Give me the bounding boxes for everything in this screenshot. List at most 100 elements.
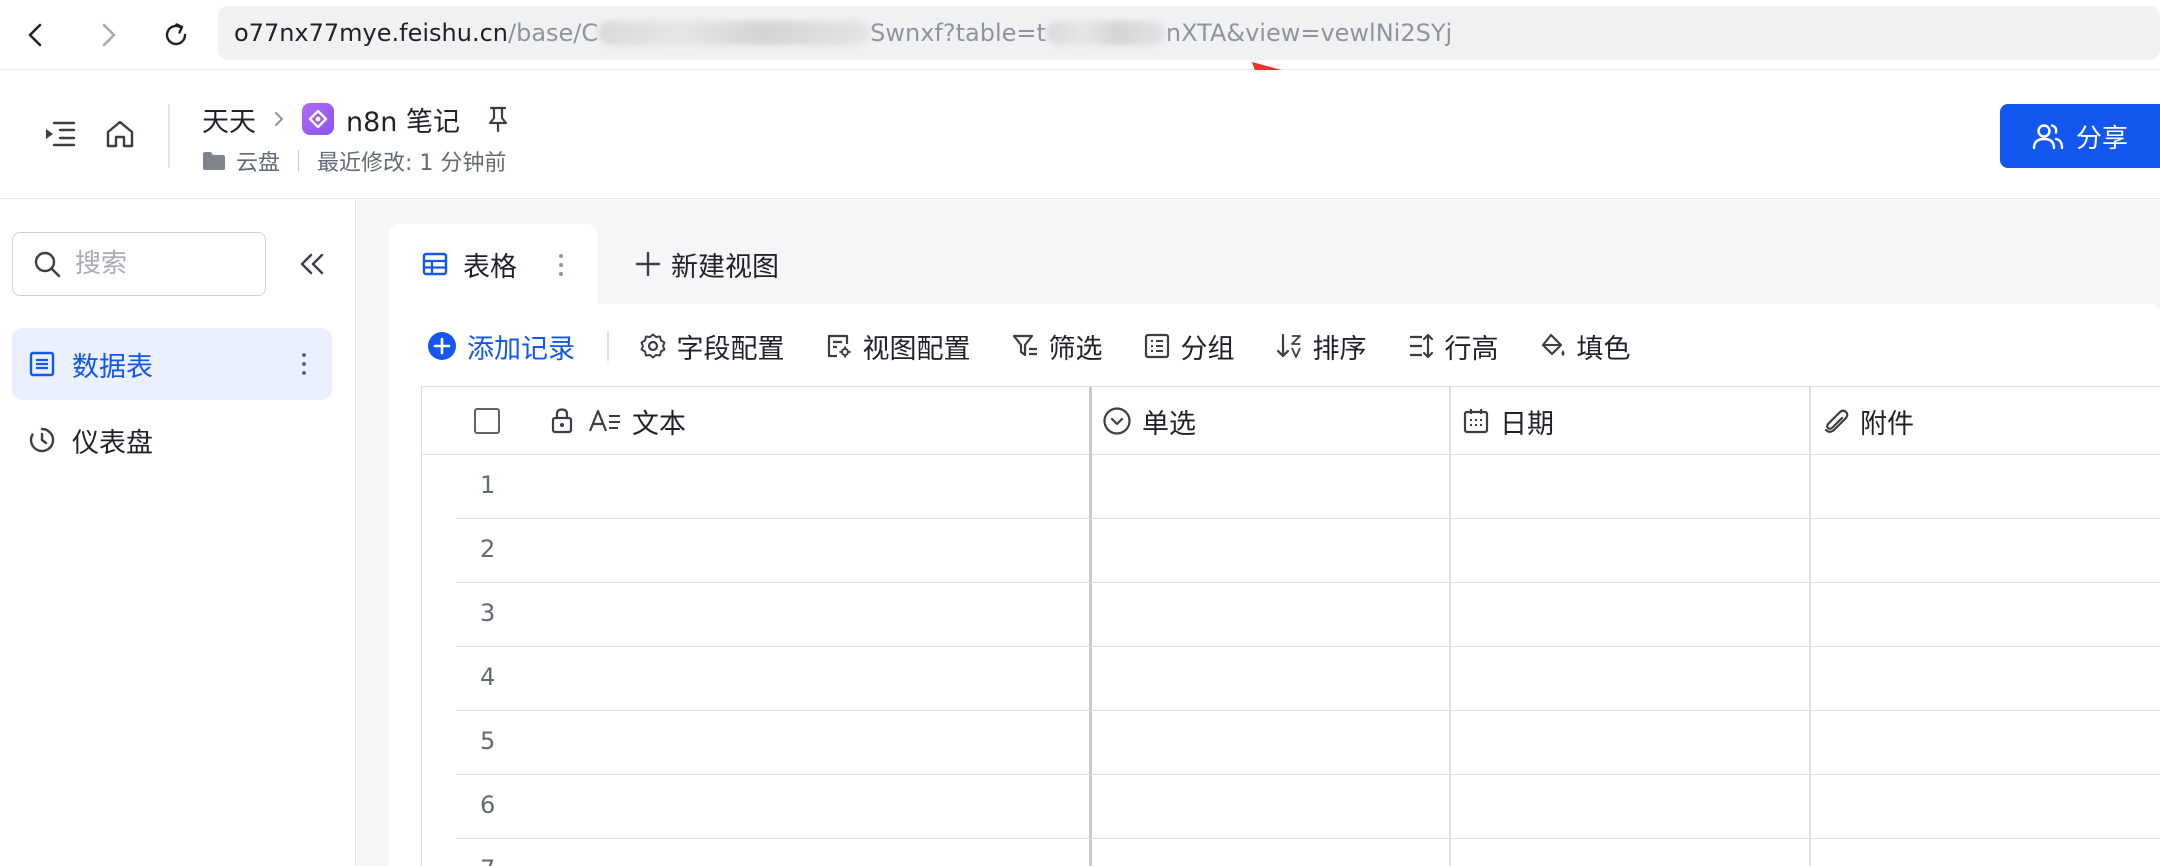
base-logo-icon — [302, 103, 334, 135]
document-header: 天天 n8n 笔记 云盘 最近修改: 1 分钟前 分享 — [0, 70, 2160, 199]
home-icon — [106, 120, 134, 148]
table-row[interactable]: 7 — [456, 839, 2160, 866]
breadcrumb-separator-icon — [272, 109, 286, 129]
collapse-sidebar-button[interactable] — [292, 244, 332, 284]
back-button[interactable] — [14, 13, 58, 57]
plus-circle-icon — [428, 332, 456, 360]
tab-label: 表格 — [463, 251, 517, 283]
url-middle: Swnxf?table=t — [870, 19, 1046, 47]
new-view-button[interactable]: 新建视图 — [635, 244, 779, 284]
row-height-icon — [1409, 333, 1433, 359]
fill-color-button[interactable]: 填色 — [1539, 327, 1631, 366]
sidebar-item-datatable[interactable]: 数据表 — [12, 328, 332, 400]
column-header-label: 单选 — [1142, 408, 1196, 440]
toggle-catalog-button[interactable] — [40, 114, 80, 154]
fill-color-label: 填色 — [1576, 333, 1631, 365]
view-config-label: 视图配置 — [862, 333, 971, 365]
row-height-button[interactable]: 行高 — [1407, 327, 1499, 366]
breadcrumb: 天天 n8n 笔记 — [202, 100, 510, 138]
date-icon — [1463, 409, 1489, 434]
row-number: 1 — [480, 471, 496, 499]
header-divider — [168, 104, 170, 168]
url-redacted-segment — [598, 21, 871, 45]
table-row[interactable]: 5 — [456, 711, 2160, 775]
checkbox[interactable] — [474, 408, 500, 434]
document-location[interactable]: 云盘 — [236, 145, 280, 177]
attachment-icon — [1824, 409, 1849, 433]
row-number: 5 — [480, 727, 496, 755]
table-row[interactable]: 6 — [456, 775, 2160, 839]
add-record-label: 添加记录 — [467, 333, 575, 365]
view-config-button[interactable]: 视图配置 — [825, 327, 971, 366]
share-button-label: 分享 — [2076, 123, 2129, 154]
address-bar[interactable]: o77nx77mye.feishu.cn/base/C Swnxf?table=t… — [218, 6, 2160, 60]
dashboard-icon — [29, 427, 55, 453]
group-button[interactable]: 分组 — [1143, 327, 1235, 366]
sort-label: 排序 — [1312, 333, 1367, 365]
more-vertical-icon[interactable] — [300, 350, 308, 378]
search-icon — [34, 251, 61, 278]
forward-button[interactable] — [86, 13, 130, 57]
meta-divider — [298, 150, 300, 172]
column-header-text[interactable]: 文本 — [550, 387, 686, 455]
last-modified-text: 最近修改: 1 分钟前 — [317, 151, 507, 176]
home-button[interactable] — [100, 114, 140, 154]
table-row[interactable]: 1 — [456, 455, 2160, 519]
double-chevron-left-icon — [300, 253, 324, 275]
grid-view-icon — [422, 252, 448, 276]
pin-button[interactable] — [486, 105, 510, 133]
table-content: 添加记录 字段配置 视图配置 筛选 分组 排序 行高 填色 文本 单选 日期 附… — [389, 304, 2160, 866]
sidebar-item-dashboard[interactable]: 仪表盘 — [12, 404, 332, 476]
table-icon — [29, 351, 55, 377]
group-label: 分组 — [1180, 333, 1235, 365]
document-title[interactable]: n8n 笔记 — [346, 100, 460, 139]
column-header-single-select[interactable]: 单选 — [1102, 387, 1196, 455]
column-header-label: 日期 — [1500, 408, 1554, 440]
url-end: nXTA&view=vewlNi2SYj — [1165, 19, 1453, 47]
pin-icon — [488, 106, 508, 133]
main-area: 表格 新建视图 添加记录 字段配置 视图配置 筛选 分组 排序 行高 填色 文本… — [357, 200, 2160, 866]
row-height-label: 行高 — [1444, 333, 1499, 365]
reload-icon — [165, 23, 187, 46]
table-row[interactable]: 3 — [456, 583, 2160, 647]
add-record-button[interactable]: 添加记录 — [427, 327, 575, 366]
reload-button[interactable] — [154, 13, 198, 57]
breadcrumb-parent[interactable]: 天天 — [202, 100, 256, 139]
view-config-icon — [827, 334, 850, 358]
tab-grid-view[interactable]: 表格 — [389, 224, 597, 304]
sidebar-search[interactable] — [12, 232, 266, 296]
group-icon — [1144, 333, 1169, 359]
filter-button[interactable]: 筛选 — [1011, 327, 1103, 366]
gear-icon — [640, 333, 665, 359]
grid-header: 文本 单选 日期 附件 — [422, 387, 2160, 455]
url-redacted-segment — [1045, 21, 1166, 45]
column-header-label: 附件 — [1860, 408, 1914, 440]
sidebar-item-label: 仪表盘 — [72, 427, 153, 459]
data-grid: 文本 单选 日期 附件 1 2 3 4 5 6 — [421, 386, 2160, 866]
sort-icon — [1276, 333, 1301, 358]
row-number: 4 — [480, 663, 496, 691]
row-number: 3 — [480, 599, 496, 627]
select-all-checkbox[interactable] — [474, 387, 500, 455]
more-vertical-icon[interactable] — [557, 252, 565, 278]
field-config-button[interactable]: 字段配置 — [639, 327, 785, 366]
filter-label: 筛选 — [1048, 333, 1103, 365]
url-path-start: /base/C — [508, 19, 599, 47]
column-header-date[interactable]: 日期 — [1462, 387, 1554, 455]
column-header-attachment[interactable]: 附件 — [1822, 387, 1914, 455]
table-row[interactable]: 2 — [456, 519, 2160, 583]
lock-icon — [551, 408, 573, 434]
chevron-left-icon — [28, 23, 42, 47]
share-button[interactable]: 分享 — [2000, 104, 2160, 168]
row-number: 6 — [480, 791, 496, 819]
field-config-label: 字段配置 — [676, 333, 785, 365]
sort-button[interactable]: 排序 — [1275, 327, 1367, 366]
table-row[interactable]: 4 — [456, 647, 2160, 711]
filter-icon — [1012, 334, 1037, 357]
share-users-icon — [2032, 124, 2064, 150]
search-input[interactable] — [75, 249, 245, 279]
chevron-right-icon — [102, 23, 116, 47]
single-select-icon — [1103, 407, 1131, 435]
document-meta: 云盘 最近修改: 1 分钟前 — [202, 144, 506, 178]
plus-icon — [635, 251, 661, 277]
